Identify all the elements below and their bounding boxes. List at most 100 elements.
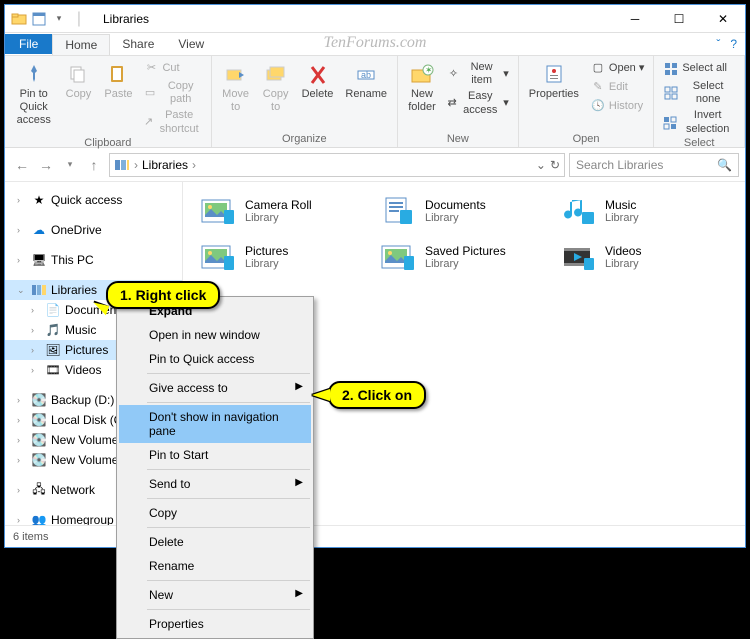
document-library-icon xyxy=(379,194,417,228)
library-sub: Library xyxy=(245,212,312,224)
libraries-icon xyxy=(31,282,47,298)
ctx-new[interactable]: New▶ xyxy=(119,583,311,607)
recent-button[interactable]: ▾ xyxy=(59,154,81,176)
back-button[interactable]: ← xyxy=(11,154,33,176)
help-button[interactable]: ? xyxy=(730,37,737,51)
ctx-open-new-window[interactable]: Open in new window xyxy=(119,323,311,347)
chevron-down-icon[interactable]: ⌄ xyxy=(536,158,546,172)
delete-button[interactable]: Delete xyxy=(298,60,338,103)
separator xyxy=(147,609,310,610)
svg-text:✶: ✶ xyxy=(425,65,433,75)
ctx-pin-start[interactable]: Pin to Start xyxy=(119,443,311,467)
refresh-button[interactable]: ↻ xyxy=(550,158,560,172)
select-none-button[interactable]: Select none xyxy=(660,79,738,107)
separator xyxy=(147,402,310,403)
select-all-button[interactable]: Select all xyxy=(660,60,738,78)
music-icon: 🎵 xyxy=(45,322,61,338)
library-name: Camera Roll xyxy=(245,198,312,212)
network-icon: 🖧 xyxy=(31,482,47,498)
cut-button[interactable]: ✂Cut xyxy=(140,60,204,78)
library-item[interactable]: MusicLibrary xyxy=(559,194,729,228)
invert-icon xyxy=(663,115,677,131)
breadcrumb[interactable]: › Libraries › ⌄ ↻ xyxy=(109,153,565,177)
library-name: Pictures xyxy=(245,244,288,258)
ctx-dont-show-nav[interactable]: Don't show in navigation pane xyxy=(119,405,311,443)
pin-quick-access-button[interactable]: Pin to Quick access xyxy=(11,60,56,130)
tab-share[interactable]: Share xyxy=(110,34,166,54)
sidebar-item-quick-access[interactable]: ›★Quick access xyxy=(5,190,182,210)
ctx-delete[interactable]: Delete xyxy=(119,530,311,554)
delete-icon xyxy=(306,62,330,86)
separator xyxy=(147,580,310,581)
move-to-button[interactable]: Move to xyxy=(218,60,254,116)
rename-button[interactable]: abRename xyxy=(341,60,391,103)
copy-to-button[interactable]: Copy to xyxy=(258,60,294,116)
open-icon: ▢ xyxy=(590,61,606,77)
library-item[interactable]: Saved PicturesLibrary xyxy=(379,240,549,274)
copy-icon xyxy=(66,62,90,86)
ctx-send-to[interactable]: Send to▶ xyxy=(119,472,311,496)
annotation-right-click: 1. Right click xyxy=(106,281,220,309)
ribbon-group-select: Select all Select none Invert selection … xyxy=(654,56,745,147)
ribbon-group-new: ✶New folder ✧New item ▾ ⇄Easy access ▾ N… xyxy=(398,56,519,147)
picture-library-icon xyxy=(199,240,237,274)
paste-shortcut-button[interactable]: ↗Paste shortcut xyxy=(140,108,204,136)
library-sub: Library xyxy=(605,258,641,270)
easy-access-button[interactable]: ⇄Easy access ▾ xyxy=(444,89,512,117)
properties-button[interactable]: Properties xyxy=(525,60,583,103)
ribbon-collapse-button[interactable]: ˇ xyxy=(716,37,720,51)
breadcrumb-segment[interactable]: Libraries xyxy=(142,158,188,172)
library-item[interactable]: DocumentsLibrary xyxy=(379,194,549,228)
maximize-button[interactable]: ☐ xyxy=(657,5,701,33)
library-name: Music xyxy=(605,198,639,212)
star-icon: ★ xyxy=(31,192,47,208)
library-item[interactable]: PicturesLibrary xyxy=(199,240,369,274)
minimize-button[interactable]: ─ xyxy=(613,5,657,33)
ribbon-group-organize: Move to Copy to Delete abRename Organize xyxy=(212,56,398,147)
ctx-properties[interactable]: Properties xyxy=(119,612,311,636)
copy-button[interactable]: Copy xyxy=(60,60,96,103)
library-sub: Library xyxy=(605,212,639,224)
close-button[interactable]: ✕ xyxy=(701,5,745,33)
qat-dropdown[interactable]: ▾ xyxy=(51,11,67,27)
ctx-pin-quick-access[interactable]: Pin to Quick access xyxy=(119,347,311,371)
history-icon: 🕓 xyxy=(590,99,606,115)
invert-selection-button[interactable]: Invert selection xyxy=(660,108,738,136)
picture-library-icon xyxy=(199,194,237,228)
new-folder-button[interactable]: ✶New folder xyxy=(404,60,440,116)
tab-home[interactable]: Home xyxy=(52,34,110,55)
move-icon xyxy=(224,62,248,86)
up-button[interactable]: ↑ xyxy=(83,154,105,176)
history-button[interactable]: 🕓History xyxy=(587,98,647,116)
qat-separator: | xyxy=(71,11,87,27)
library-name: Saved Pictures xyxy=(425,244,506,258)
open-button[interactable]: ▢Open ▾ xyxy=(587,60,647,78)
library-name: Documents xyxy=(425,198,486,212)
ribbon-group-open: Properties ▢Open ▾ ✎Edit 🕓History Open xyxy=(519,56,655,147)
search-input[interactable]: Search Libraries 🔍 xyxy=(569,153,739,177)
video-library-icon xyxy=(559,240,597,274)
library-sub: Library xyxy=(245,258,288,270)
ctx-rename[interactable]: Rename xyxy=(119,554,311,578)
file-menu[interactable]: File xyxy=(5,34,52,54)
ctx-copy[interactable]: Copy xyxy=(119,501,311,525)
qat-item[interactable] xyxy=(31,11,47,27)
copy-path-button[interactable]: ▭Copy path xyxy=(140,79,204,107)
ctx-give-access[interactable]: Give access to▶ xyxy=(119,376,311,400)
tab-view[interactable]: View xyxy=(166,34,216,54)
forward-button[interactable]: → xyxy=(35,154,57,176)
music-library-icon xyxy=(559,194,597,228)
libraries-icon xyxy=(114,158,130,172)
library-item[interactable]: Camera RollLibrary xyxy=(199,194,369,228)
library-item[interactable]: VideosLibrary xyxy=(559,240,729,274)
edit-button[interactable]: ✎Edit xyxy=(587,79,647,97)
new-item-button[interactable]: ✧New item ▾ xyxy=(444,60,512,88)
sidebar-item-this-pc[interactable]: ›🖥This PC xyxy=(5,250,182,270)
separator xyxy=(147,498,310,499)
sidebar-item-onedrive[interactable]: ›☁OneDrive xyxy=(5,220,182,240)
drive-icon: 💽 xyxy=(31,452,47,468)
scissors-icon: ✂ xyxy=(143,61,159,77)
pc-icon: 🖥 xyxy=(31,252,47,268)
paste-button[interactable]: Paste xyxy=(100,60,136,103)
select-all-icon xyxy=(663,61,679,77)
